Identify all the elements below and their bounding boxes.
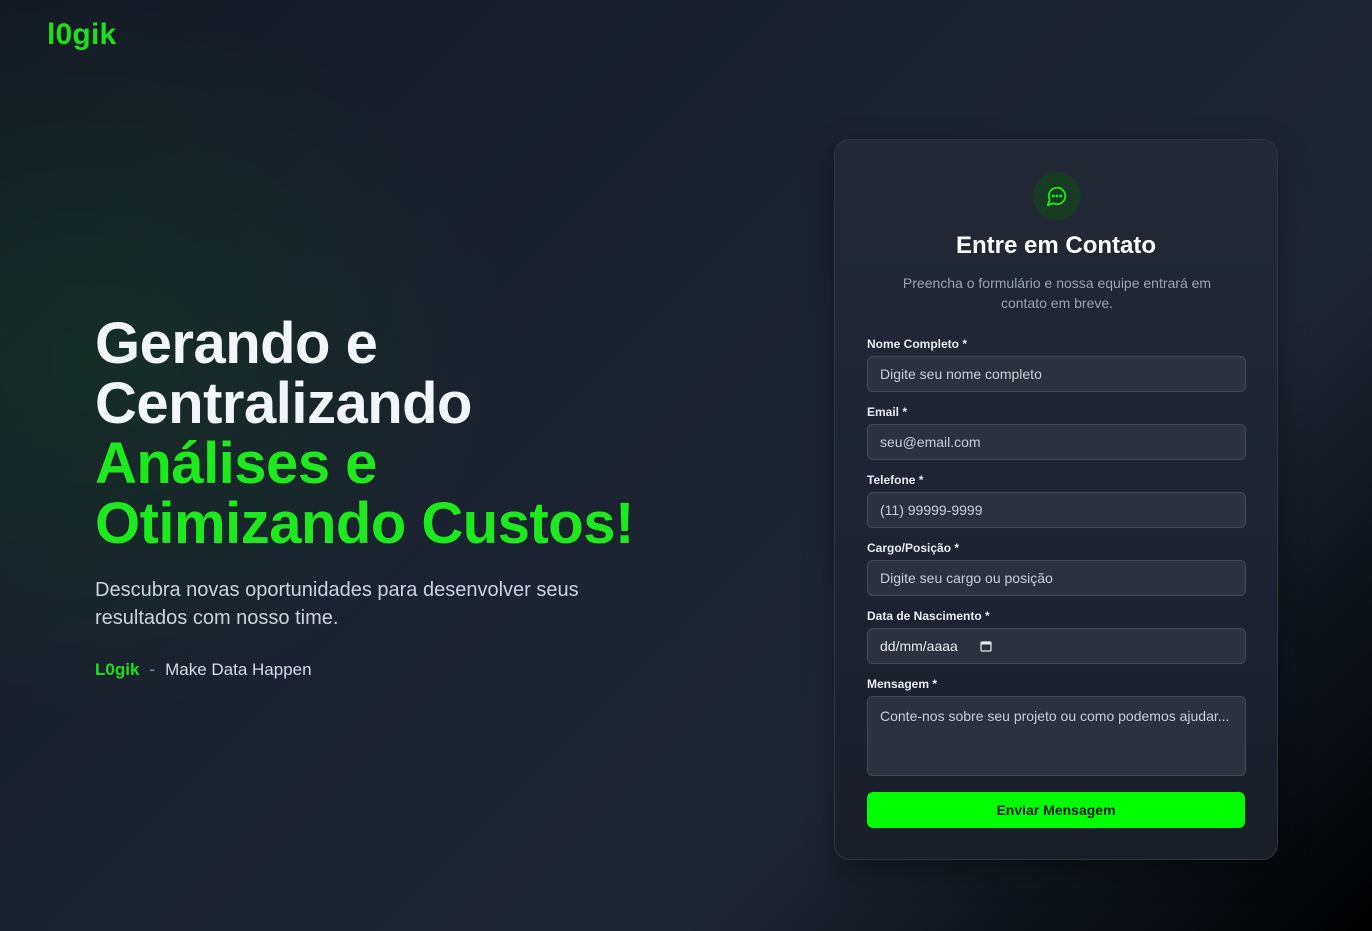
brand-logo[interactable]: l0gik [47,18,116,52]
contact-form-card: Entre em Contato Preencha o formulário e… [834,139,1278,860]
message-placeholder: Conte-nos sobre seu projeto ou como pode… [880,708,1230,724]
tagline: L0gik - Make Data Happen [95,660,735,680]
phone-placeholder: (11) 99999-9999 [880,502,983,518]
hero-title-line-4: Otimizando Custos! [95,491,634,556]
phone-label: Telefone * [867,473,924,487]
birthdate-label: Data de Nascimento * [867,609,990,623]
phone-input[interactable]: (11) 99999-9999 [867,492,1246,528]
message-textarea[interactable]: Conte-nos sobre seu projeto ou como pode… [867,696,1246,776]
position-label: Cargo/Posição * [867,541,960,555]
email-placeholder: seu@email.com [880,434,981,450]
message-label: Mensagem * [867,677,938,691]
hero-title-line-2: Centralizando [95,371,473,436]
birthdate-input[interactable]: dd/mm/aaaa [867,628,1246,664]
form-title: Entre em Contato [955,232,1156,259]
hero-title-line-1: Gerando e [95,311,378,376]
calendar-icon[interactable] [980,640,992,652]
full-name-placeholder: Digite seu nome completo [880,366,1042,382]
hero-subtitle: Descubra novas oportunidades para desenv… [95,579,579,629]
full-name-input[interactable]: Digite seu nome completo [867,356,1246,392]
birthdate-placeholder: dd/mm/aaaa [880,638,958,654]
hero-title: Gerando e Centralizando Análises e Otimi… [95,314,735,554]
full-name-label: Nome Completo * [867,337,968,351]
email-label: Email * [867,405,908,419]
form-subtitle: Preencha o formulário e nossa equipe ent… [902,275,1212,311]
tagline-separator: - [149,660,156,679]
tagline-brand: L0gik [95,660,140,679]
email-input[interactable]: seu@email.com [867,424,1246,460]
chat-bubble-icon [1033,172,1081,220]
hero-section: Gerando e Centralizando Análises e Otimi… [95,314,735,680]
tagline-text: Make Data Happen [165,660,312,679]
position-placeholder: Digite seu cargo ou posição [880,570,1053,586]
hero-title-line-3: Análises e [95,431,377,496]
position-input[interactable]: Digite seu cargo ou posição [867,560,1246,596]
submit-button[interactable]: Enviar Mensagem [867,792,1245,828]
